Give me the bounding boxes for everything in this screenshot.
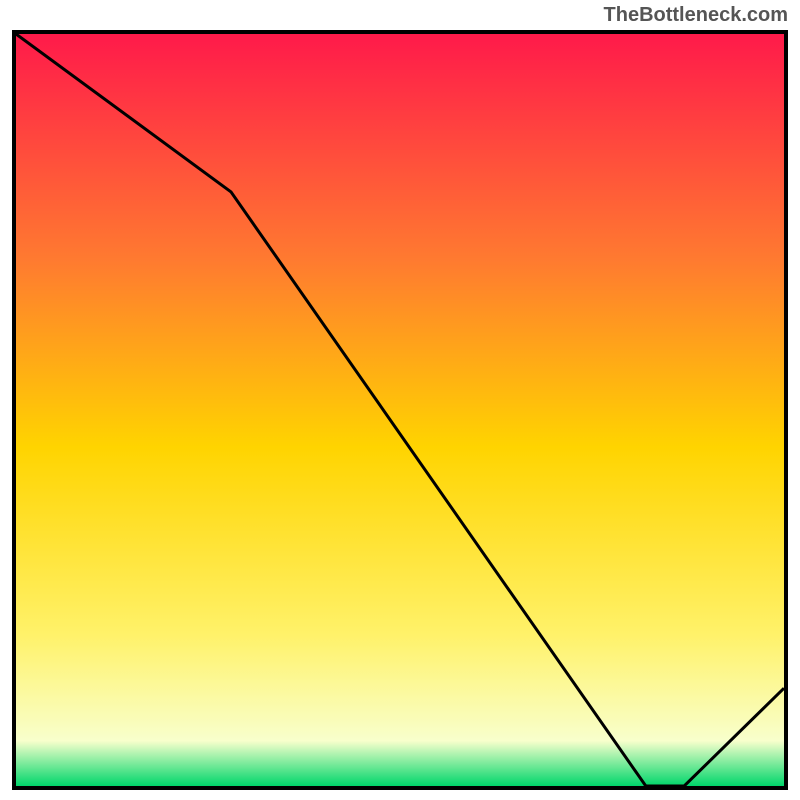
attribution-text: TheBottleneck.com [604,4,788,27]
chart-svg [16,34,784,786]
gradient-background [16,34,784,786]
chart-plot-area [12,30,788,790]
